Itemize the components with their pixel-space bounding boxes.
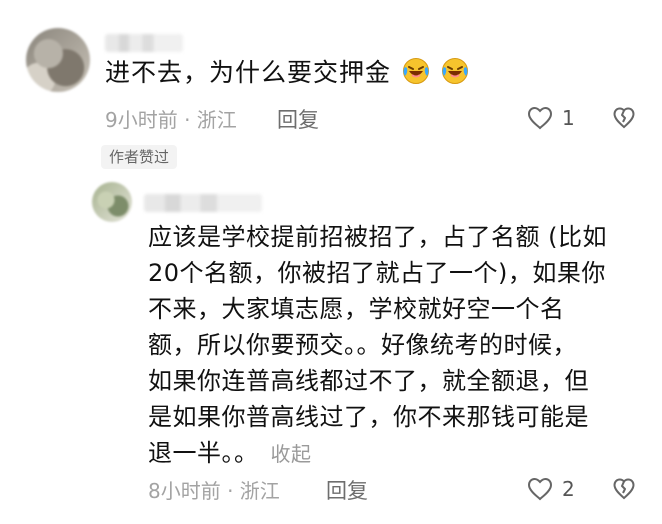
collapse-button[interactable]: 收起 — [271, 442, 312, 466]
reply-comment-text: 应该是学校提前招被招了，占了名额 (比如 20个名额，你被招了就占了一个)，如果… — [148, 219, 638, 472]
main-comment-body: 进不去，为什么要交押金 — [105, 58, 392, 87]
blurred-username[interactable] — [105, 34, 183, 52]
reply-to-reply-button[interactable]: 回复 — [326, 475, 368, 505]
reply-line: 应该是学校提前招被招了，占了名额 (比如 — [148, 223, 607, 251]
reply-like-count: 2 — [562, 477, 575, 501]
reply-line: 如果你连普高线都过不了，就全额退，但 — [148, 367, 589, 395]
reply-line: 是如果你普高线过了，你不来那钱可能是 — [148, 403, 589, 431]
user-avatar[interactable] — [26, 28, 90, 92]
reply-line: 额，所以你要预交。。好像统考的时候， — [148, 331, 577, 359]
reply-user-avatar[interactable] — [92, 182, 132, 222]
broken-heart-outline-icon[interactable] — [612, 106, 636, 130]
blurred-reply-username[interactable] — [144, 194, 262, 212]
heart-outline-icon[interactable] — [526, 477, 554, 501]
reply-comment-meta: 8小时前 · 浙江 — [148, 479, 280, 503]
main-comment-meta: 9小时前 · 浙江 — [105, 108, 237, 132]
laughing-crying-icon — [402, 57, 430, 85]
author-liked-badge: 作者赞过 — [101, 145, 178, 169]
laughing-crying-icon — [441, 57, 469, 85]
like-button[interactable]: 1 — [526, 106, 575, 130]
heart-outline-icon[interactable] — [526, 106, 554, 130]
reply-last-line: 退一半。。 收起 — [148, 435, 638, 472]
reply-like-button[interactable]: 2 — [526, 477, 575, 501]
reply-line: 20个名额，你被招了就占了一个)，如果你 — [148, 259, 606, 287]
main-comment-text: 进不去，为什么要交押金 — [105, 54, 469, 92]
reply-line: 退一半。。 — [148, 439, 259, 467]
reply-button[interactable]: 回复 — [277, 104, 319, 134]
broken-heart-outline-icon[interactable] — [612, 477, 636, 501]
like-count: 1 — [562, 106, 575, 130]
reply-line: 不来，大家填志愿，学校就好空一个名 — [148, 295, 565, 323]
